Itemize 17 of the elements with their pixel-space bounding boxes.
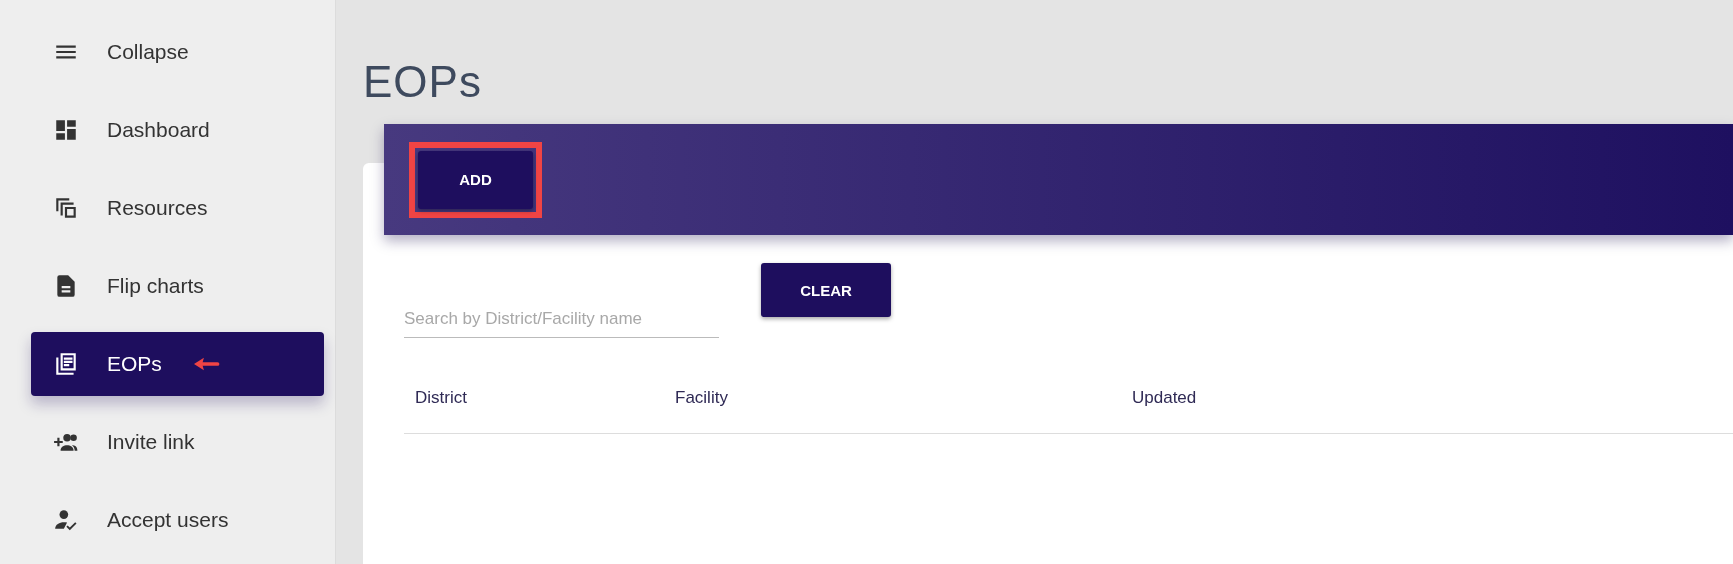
page-title: EOPs: [363, 57, 483, 108]
column-header: Updated: [1132, 388, 1197, 408]
column-header: District: [414, 388, 468, 408]
sidebar-item[interactable]: Resources: [31, 176, 324, 240]
sidebar-item[interactable]: EOPs: [31, 332, 324, 396]
user-check-icon: [53, 507, 79, 533]
add-button[interactable]: ADD: [418, 150, 533, 209]
list-icon: [53, 351, 79, 377]
sidebar-item[interactable]: Flip charts: [31, 254, 324, 318]
dashboard-icon: [53, 117, 79, 143]
sidebar-item[interactable]: Collapse: [31, 20, 324, 84]
sidebar-item[interactable]: Accept users: [31, 488, 324, 552]
clear-button[interactable]: CLEAR: [761, 263, 891, 317]
column-header: Facility: [675, 388, 729, 408]
sidebar-item[interactable]: Invite link: [31, 410, 324, 474]
copies-icon: [53, 195, 79, 221]
sidebar-item[interactable]: Dashboard: [31, 98, 324, 162]
